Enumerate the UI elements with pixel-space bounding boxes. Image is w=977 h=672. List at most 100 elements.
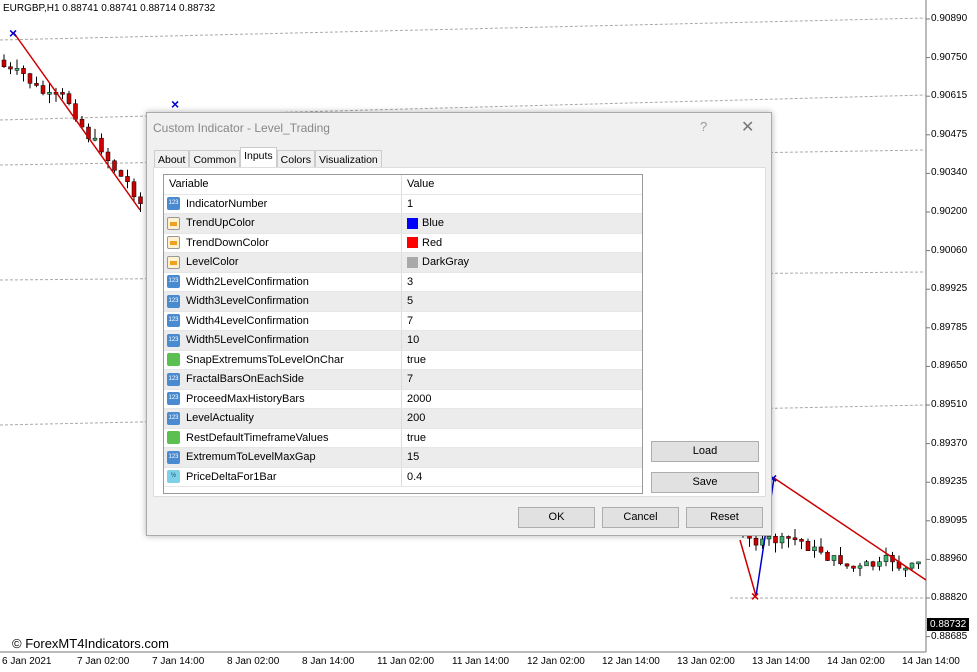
save-button[interactable]: Save [651,472,759,493]
candle-body [138,196,143,204]
candle-body [877,561,882,567]
candle-body [66,93,72,104]
table-row[interactable]: 123 ExtremumToLevelMaxGap 15 [164,448,642,468]
value-cell[interactable]: 3 [402,276,413,288]
table-row[interactable]: RestDefaultTimeframeValues true [164,428,642,448]
price-tick: 0.89925 [931,283,968,295]
variable-name: FractalBarsOnEachSide [186,373,304,386]
value-cell[interactable]: Blue [402,217,444,229]
tab-inputs[interactable]: Inputs [240,147,277,168]
table-row[interactable]: 123 FractalBarsOnEachSide 7 [164,370,642,390]
candle-body [8,66,13,70]
candle-body [864,561,869,567]
table-row[interactable]: TrendDownColor Red [164,233,642,253]
value-cell[interactable]: true [402,432,426,444]
time-tick: 13 Jan 02:00 [677,656,735,667]
value-cell[interactable]: 2000 [402,393,431,405]
table-row[interactable]: 123 IndicatorNumber 1 [164,194,642,214]
candle-body [799,539,804,542]
variable-cell: TrendUpColor [164,214,402,233]
candle-body [851,565,856,569]
table-row[interactable]: 123 Width5LevelConfirmation 10 [164,331,642,351]
table-row[interactable]: TrendUpColor Blue [164,214,642,234]
table-header: Variable Value [164,175,642,195]
candle-body [99,137,104,153]
variable-name: PriceDeltaFor1Bar [186,470,277,483]
candle-body [818,546,824,553]
reset-button[interactable]: Reset [686,507,763,528]
candle-body [60,92,65,95]
price-tick: 0.90060 [931,244,968,256]
integer-icon: 123 [167,333,180,347]
table-row[interactable]: 123 LevelActuality 200 [164,409,642,429]
time-tick: 13 Jan 14:00 [752,656,810,667]
variable-name: Width3LevelConfirmation [186,295,309,308]
candle-body [21,68,26,74]
integer-icon: 123 [167,392,180,406]
time-tick: 8 Jan 02:00 [227,656,280,667]
variable-cell: TrendDownColor [164,233,402,252]
value-cell[interactable]: DarkGray [402,256,469,268]
price-tick: 0.90750 [931,51,968,63]
candle-body [753,538,759,546]
candle-body [844,563,850,567]
table-row[interactable]: 123 ProceedMaxHistoryBars 2000 [164,389,642,409]
table-row[interactable]: LevelColor DarkGray [164,253,642,273]
value-text: Red [422,236,443,249]
value-cell[interactable]: 10 [402,334,419,346]
value-cell[interactable]: 0.4 [402,471,422,483]
tab-colors[interactable]: Colors [276,150,316,168]
value-text: 10 [407,334,420,347]
table-row[interactable]: 123 Width2LevelConfirmation 3 [164,272,642,292]
variable-name: TrendDownColor [186,236,269,249]
trend-line-down [773,477,927,581]
watermark: © ForexMT4Indicators.com [12,636,169,651]
load-button[interactable]: Load [651,441,759,462]
table-row[interactable]: 123 Width4LevelConfirmation 7 [164,311,642,331]
ok-button[interactable]: OK [518,507,595,528]
variable-name: LevelActuality [186,412,254,425]
integer-icon: 123 [167,314,180,328]
price-tick: 0.88685 [931,630,968,642]
variable-name: Width2LevelConfirmation [186,275,309,288]
inputs-panel: Variable Value 123 IndicatorNumber 1 TrendU… [153,167,766,497]
table-row[interactable]: 123 Width3LevelConfirmation 5 [164,292,642,312]
header-variable: Variable [164,175,402,194]
value-text: 200 [407,412,426,425]
tab-visualization[interactable]: Visualization [315,150,382,168]
candle-body [779,536,785,544]
variable-cell: ½ PriceDeltaFor1Bar [164,467,402,486]
candle-body [870,561,876,567]
price-tick: 0.88820 [931,592,968,603]
variable-cell: LevelColor [164,253,402,272]
variable-cell: 123 Width5LevelConfirmation [164,331,402,350]
tab-common[interactable]: Common [189,150,241,168]
integer-icon: 123 [167,450,180,464]
value-cell[interactable]: 200 [402,412,425,424]
help-button[interactable]: ? [700,119,707,134]
value-cell[interactable]: 5 [402,295,413,307]
variable-cell: 123 ExtremumToLevelMaxGap [164,448,402,467]
table-row[interactable]: SnapExtremumsToLevelOnChar true [164,350,642,370]
value-cell[interactable]: 7 [402,315,413,327]
extremum-marker: × [171,96,179,112]
integer-icon: 123 [167,294,180,308]
candle-body [14,68,20,71]
close-icon[interactable]: ✕ [741,117,754,137]
time-tick: 7 Jan 14:00 [152,656,205,667]
cancel-button[interactable]: Cancel [602,507,679,528]
value-cell[interactable]: 1 [402,198,413,210]
value-text: 3 [407,275,414,288]
symbol-header: EURGBP,H1 0.88741 0.88741 0.88714 0.8873… [3,3,216,14]
value-text: 15 [407,451,420,464]
value-cell[interactable]: true [402,354,426,366]
value-cell[interactable]: Red [402,237,442,249]
level-line [0,17,927,41]
value-text: 2000 [407,392,432,405]
tab-about[interactable]: About [154,150,190,168]
value-cell[interactable]: 7 [402,373,413,385]
tab-bar: About Common Inputs Colors Visualization [154,147,382,168]
variable-cell: 123 IndicatorNumber [164,194,402,213]
table-row[interactable]: ½ PriceDeltaFor1Bar 0.4 [164,467,642,487]
value-cell[interactable]: 15 [402,451,419,463]
